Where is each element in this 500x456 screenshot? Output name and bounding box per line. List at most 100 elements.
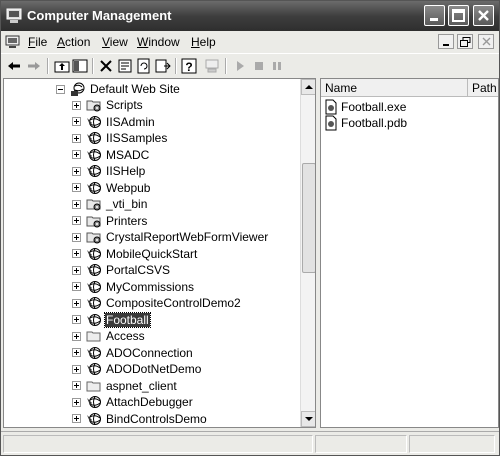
tree-item[interactable]: ADODotNetDemo (72, 361, 202, 377)
tree-item[interactable]: MSADC (72, 147, 150, 163)
expand-icon[interactable] (72, 133, 81, 143)
system-menu-icon[interactable] (5, 34, 21, 50)
child-restore-button[interactable] (457, 34, 473, 49)
child-close-button[interactable] (478, 34, 494, 49)
console-tree-pane: Default Web Site Scripts IISAdmin IISSampl… (3, 78, 316, 428)
tree-item-label: IISSamples (106, 131, 168, 145)
expand-icon[interactable] (72, 397, 81, 407)
maximize-button[interactable] (448, 5, 469, 26)
web-app-icon (86, 345, 102, 361)
tree-vertical-scrollbar[interactable] (300, 79, 315, 427)
expand-icon[interactable] (72, 331, 81, 341)
expand-icon[interactable] (72, 315, 81, 324)
scroll-up-button[interactable] (301, 79, 315, 95)
expand-icon[interactable] (72, 381, 81, 390)
collapse-icon[interactable] (56, 84, 65, 94)
tree-item[interactable]: IISAdmin (72, 114, 156, 130)
expand-icon[interactable] (72, 249, 81, 258)
expand-icon[interactable] (72, 100, 81, 110)
tree-item[interactable]: MobileQuickStart (72, 246, 198, 262)
column-header-path[interactable]: Path (469, 79, 498, 97)
tree-item-label: aspnet_client (106, 378, 177, 393)
tree-item[interactable]: IISSamples (72, 130, 168, 146)
status-bar (1, 431, 499, 455)
expand-icon[interactable] (72, 117, 81, 126)
back-arrow-icon[interactable] (5, 57, 23, 75)
tree-item[interactable]: Football (72, 311, 151, 328)
expand-icon[interactable] (72, 232, 81, 242)
forward-arrow-icon[interactable] (25, 57, 43, 75)
list-item[interactable]: Football.pdb (323, 115, 407, 131)
menu-action[interactable]: Action (57, 35, 90, 49)
expand-icon[interactable] (72, 364, 81, 374)
minimize-button[interactable] (424, 5, 445, 26)
tree-item[interactable]: CompositeControlDemo2 (72, 295, 242, 311)
expand-icon[interactable] (72, 150, 81, 159)
console-tree: Default Web Site Scripts IISAdmin IISSampl… (4, 79, 300, 427)
web-app-icon (86, 411, 102, 427)
pause-icon[interactable] (268, 57, 286, 75)
menu-view[interactable]: View (102, 35, 128, 49)
folder-gear-icon (86, 196, 102, 212)
tree-item[interactable]: _vti_bin (72, 196, 148, 212)
menu-window[interactable]: Window (137, 35, 180, 49)
expand-icon[interactable] (72, 282, 81, 291)
expand-icon[interactable] (72, 183, 81, 192)
export-list-icon[interactable] (154, 57, 172, 75)
help-icon[interactable]: ? (180, 57, 198, 75)
computer-management-icon (6, 8, 22, 24)
expand-icon[interactable] (72, 166, 81, 176)
list-item[interactable]: Football.exe (323, 99, 406, 115)
menu-file[interactable]: File (28, 35, 47, 49)
stop-icon[interactable] (250, 57, 268, 75)
expand-icon[interactable] (72, 348, 81, 357)
tree-item[interactable]: BindControlsDemo (72, 411, 208, 427)
svg-text:?: ? (185, 60, 192, 74)
delete-icon[interactable] (97, 57, 115, 75)
web-app-icon (86, 163, 102, 179)
tree-item[interactable]: ADOConnection (72, 345, 194, 361)
folder-gear-icon (86, 97, 102, 113)
expand-icon[interactable] (72, 216, 81, 225)
tree-item[interactable]: Access (72, 328, 146, 344)
computer-icon[interactable] (203, 57, 221, 75)
tree-item-label: IISHelp (106, 164, 146, 178)
title-bar[interactable]: Computer Management (1, 1, 499, 31)
refresh-icon[interactable] (135, 57, 153, 75)
show-hide-tree-icon[interactable] (71, 57, 89, 75)
tree-item-label: ADOConnection (106, 345, 193, 360)
folder-icon (86, 328, 102, 344)
tree-item[interactable]: aspnet_client (72, 378, 178, 394)
folder-gear-icon (86, 229, 102, 245)
details-pane: Name Path Football.exe Football.pdb (320, 78, 499, 428)
column-header-name[interactable]: Name (321, 79, 468, 97)
tree-item[interactable]: IISHelp (72, 163, 146, 179)
menu-help[interactable]: Help (191, 35, 216, 49)
folder-icon (86, 378, 102, 394)
tree-item[interactable]: AttachDebugger (72, 394, 194, 410)
expand-icon[interactable] (72, 199, 81, 209)
properties-icon[interactable] (116, 57, 134, 75)
tree-item[interactable]: PortalCSVS (72, 262, 171, 278)
child-minimize-button[interactable] (438, 34, 454, 49)
tree-item-default-web-site[interactable]: Default Web Site (56, 81, 181, 97)
toolbar: ? (1, 53, 499, 77)
tree-item[interactable]: Printers (72, 213, 148, 229)
tree-item[interactable]: Scripts (72, 97, 144, 113)
tree-item[interactable]: MyCommissions (72, 279, 195, 295)
start-icon[interactable] (231, 57, 249, 75)
tree-item[interactable]: Webpub (72, 180, 151, 196)
web-app-icon (86, 312, 102, 328)
tree-item-label: Football (104, 311, 151, 328)
tree-item-label: MyCommissions (106, 279, 195, 294)
scroll-thumb[interactable] (302, 163, 315, 273)
expand-icon[interactable] (72, 298, 81, 308)
scroll-down-button[interactable] (301, 411, 315, 427)
tree-item-label: ADODotNetDemo (106, 362, 202, 376)
tree-item[interactable]: CrystalReportWebFormViewer (72, 229, 269, 245)
web-app-icon (86, 279, 102, 295)
expand-icon[interactable] (72, 414, 81, 423)
close-button[interactable] (473, 5, 494, 26)
up-one-level-icon[interactable] (53, 57, 71, 75)
expand-icon[interactable] (72, 265, 81, 275)
